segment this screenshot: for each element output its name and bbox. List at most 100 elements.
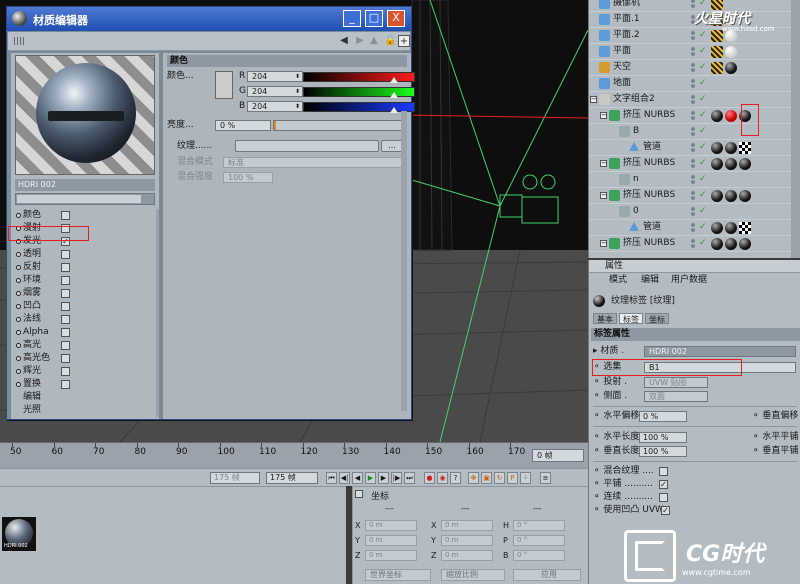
channel-checkbox[interactable] [61,380,70,389]
enabled-check-icon[interactable]: ✓ [699,127,707,136]
scale-dropdown[interactable]: 缩放比例 [441,569,505,581]
rgb-value-field[interactable]: 204 ⬍ [247,71,303,82]
object-row[interactable]: 天空 ✓ [589,60,800,76]
minimize-button[interactable]: _ [343,10,361,27]
maximize-button[interactable]: □ [365,10,383,27]
texture-tag-icon[interactable] [711,110,723,122]
enabled-check-icon[interactable]: ✓ [699,223,707,232]
visibility-dots-icon[interactable] [689,207,697,217]
texture-tag-icon[interactable] [725,142,737,154]
enabled-check-icon[interactable]: ✓ [699,79,707,88]
channel-checkbox[interactable] [61,328,70,337]
projection-dropdown[interactable]: UVW 贴图 [644,377,708,388]
visibility-dots-icon[interactable] [689,191,697,201]
object-row[interactable]: − 挤压 NURBS ✓ [589,156,800,172]
coord-value-field[interactable]: 0 ° [513,550,565,561]
texture-tag-icon[interactable] [739,190,751,202]
rgb-value-field[interactable]: 204 ⬍ [247,86,303,97]
enabled-check-icon[interactable]: ✓ [699,159,707,168]
visibility-dots-icon[interactable] [689,79,697,89]
enabled-check-icon[interactable]: ✓ [699,207,707,216]
menu-user-data[interactable]: 用户数据 [671,274,707,287]
slider-handle[interactable] [389,107,398,113]
channel-checkbox[interactable] [61,341,70,350]
expand-toggle-icon[interactable]: − [600,112,607,119]
close-button[interactable]: X [387,10,405,27]
object-row[interactable]: − 挤压 NURBS ✓ [589,188,800,204]
compositing-tag-icon[interactable] [711,62,723,74]
channel-row[interactable]: 光照 [15,404,155,417]
compositing-tag-icon[interactable] [711,46,723,58]
menu-mode[interactable]: 模式 [609,274,627,287]
prev-frame-button[interactable]: ◀ [352,472,363,484]
channel-checkbox[interactable] [61,354,70,363]
keyframe-selection-button[interactable]: ? [450,472,461,484]
channel-row[interactable]: 颜色 [15,209,155,222]
world-coordinate-dropdown[interactable]: 世界坐标 [365,569,431,581]
material-editor-titlebar[interactable]: 材质编辑器 _ □ X [7,7,411,31]
rgb-slider[interactable] [303,102,415,113]
channel-checkbox[interactable] [61,315,70,324]
visibility-dots-icon[interactable] [689,31,697,41]
texture-tag-icon[interactable] [711,222,723,234]
channel-row[interactable]: 环境 [15,274,155,287]
channel-row[interactable]: Alpha [15,326,155,339]
visibility-dots-icon[interactable] [689,63,697,73]
object-row[interactable]: n ✓ [589,172,800,188]
coord-value-field[interactable]: 0 m [365,520,417,531]
point-key-button[interactable]: ⁘ [520,472,531,484]
enabled-check-icon[interactable]: ✓ [699,47,707,56]
preview-scrollbar[interactable] [15,193,155,205]
enabled-check-icon[interactable]: ✓ [699,63,707,72]
visibility-dots-icon[interactable] [689,111,697,121]
position-key-button[interactable]: ✥ [468,472,479,484]
current-frame-field[interactable]: 0 帧 [532,449,584,462]
play-button[interactable]: ▶ [365,472,376,484]
param-key-button[interactable]: P [507,472,518,484]
mix-checkbox[interactable] [659,467,668,476]
visibility-dots-icon[interactable] [689,47,697,57]
material-thumb[interactable]: HDRI 002 [2,517,36,551]
visibility-dots-icon[interactable] [689,159,697,169]
record-button[interactable]: ● [424,472,435,484]
channel-checkbox[interactable] [61,263,70,272]
rgb-value-field[interactable]: 204 ⬍ [247,101,303,112]
expand-toggle-icon[interactable]: − [600,240,607,247]
forward-arrow-icon[interactable]: ▶ [354,35,366,47]
spinner-icon[interactable]: ⬍ [295,102,300,111]
timeline-options-button[interactable]: ≡ [540,472,551,484]
spinner-icon[interactable]: ⬍ [295,72,300,81]
visibility-dots-icon[interactable] [689,127,697,137]
object-row[interactable]: 0 ✓ [589,204,800,220]
slider-handle[interactable] [389,92,398,98]
coord-value-field[interactable]: 0 m [365,550,417,561]
material-name[interactable]: HDRI 002 [15,179,155,191]
offset-u-field[interactable]: 0 % [639,411,687,422]
seamless-checkbox[interactable] [659,493,668,502]
timeline[interactable]: 50 60 70 80 90 100 110 120 130 140 150 160 170 0 帧 [0,442,588,468]
expand-toggle-icon[interactable]: − [590,96,597,103]
go-start-button[interactable]: ⏮ [326,472,337,484]
lock-icon[interactable]: 🔒 [384,35,396,47]
blend-strength-field[interactable]: 100 % [223,172,273,183]
prev-key-button[interactable]: ◀| [339,472,350,484]
color-swatch[interactable] [215,71,233,99]
coord-value-field[interactable]: 0 m [441,535,493,546]
texture-tag-icon[interactable] [725,62,737,74]
tile-checkbox[interactable]: ✓ [659,480,668,489]
brightness-slider[interactable] [273,120,403,131]
end-frame-field[interactable]: 175 帧 [266,472,318,484]
visibility-dots-icon[interactable] [689,239,697,249]
go-end-button[interactable]: ⏭ [404,472,415,484]
next-frame-button[interactable]: ▶ [378,472,389,484]
enabled-check-icon[interactable]: ✓ [699,31,707,40]
object-row[interactable]: 管道 ✓ [589,220,800,236]
channel-row[interactable]: 辉光 [15,365,155,378]
channel-checkbox[interactable] [61,367,70,376]
visibility-dots-icon[interactable] [689,95,697,105]
texture-tag-icon[interactable] [725,238,737,250]
channel-row[interactable]: 编辑 [15,391,155,404]
texture-tag-icon[interactable] [725,46,737,58]
blend-mode-dropdown[interactable]: 标准 [223,157,403,168]
texture-tag-icon[interactable] [739,142,751,154]
